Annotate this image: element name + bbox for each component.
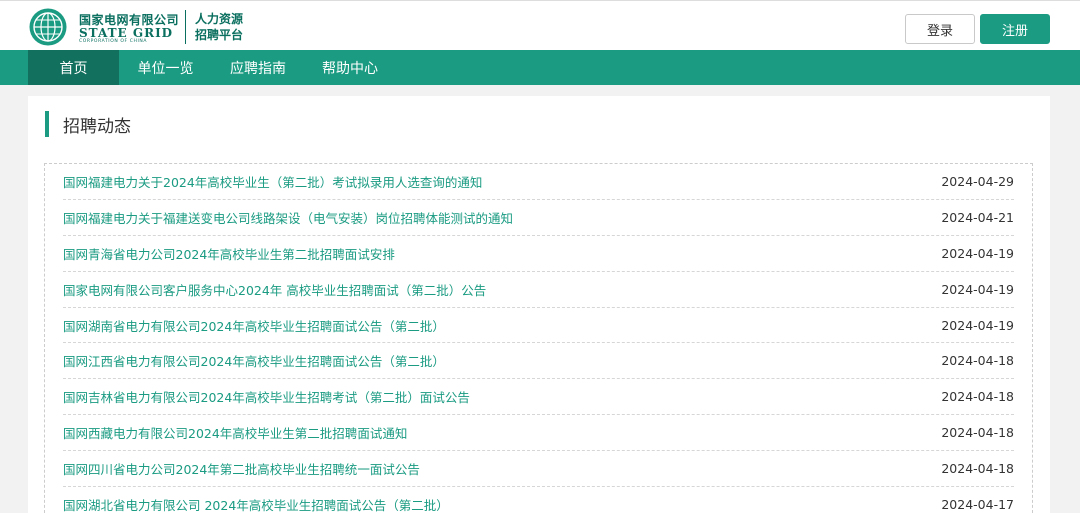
news-title-link[interactable]: 国网湖北省电力有限公司 2024年高校毕业生招聘面试公告（第二批） (63, 495, 449, 513)
news-title-link[interactable]: 国网四川省电力公司2024年第二批高校毕业生招聘统一面试公告 (63, 459, 420, 478)
logo-english-name: STATE GRID (79, 26, 174, 40)
main-nav: 首页 单位一览 应聘指南 帮助中心 (0, 50, 1080, 85)
news-title-link[interactable]: 国网福建电力关于2024年高校毕业生（第二批）考试拟录用人选查询的通知 (63, 172, 482, 191)
news-date: 2024-04-19 (941, 317, 1014, 333)
nav-item-home[interactable]: 首页 (28, 50, 119, 85)
news-date: 2024-04-18 (941, 461, 1014, 477)
news-title-link[interactable]: 国网福建电力关于福建送变电公司线路架设（电气安装）岗位招聘体能测试的通知 (63, 208, 513, 227)
section-accent-bar (45, 111, 49, 137)
nav-item-help[interactable]: 帮助中心 (304, 50, 396, 85)
news-title-link[interactable]: 国家电网有限公司客户服务中心2024年 高校毕业生招聘面试（第二批）公告 (63, 280, 486, 299)
news-date: 2024-04-18 (941, 353, 1014, 369)
news-row: 国网四川省电力公司2024年第二批高校毕业生招聘统一面试公告 2024-04-1… (63, 451, 1014, 488)
news-row: 国网吉林省电力有限公司2024年高校毕业生招聘考试（第二批）面试公告 2024-… (63, 379, 1014, 416)
news-date: 2024-04-21 (941, 209, 1014, 225)
news-row: 国网湖南省电力有限公司2024年高校毕业生招聘面试公告（第二批） 2024-04… (63, 308, 1014, 344)
login-button[interactable]: 登录 (905, 14, 975, 44)
recruitment-news-panel: 招聘动态 国网福建电力关于2024年高校毕业生（第二批）考试拟录用人选查询的通知… (28, 96, 1050, 513)
platform-name-line1: 人力资源 (195, 12, 244, 26)
news-row: 国网福建电力关于福建送变电公司线路架设（电气安装）岗位招聘体能测试的通知 202… (63, 200, 1014, 236)
news-date: 2024-04-17 (941, 496, 1014, 512)
news-title-link[interactable]: 国网吉林省电力有限公司2024年高校毕业生招聘考试（第二批）面试公告 (63, 387, 470, 406)
register-button[interactable]: 注册 (980, 14, 1050, 44)
nav-item-guide[interactable]: 应聘指南 (212, 50, 304, 85)
section-title: 招聘动态 (63, 116, 131, 137)
section-header: 招聘动态 (45, 111, 131, 137)
news-list: 国网福建电力关于2024年高校毕业生（第二批）考试拟录用人选查询的通知 2024… (44, 163, 1033, 513)
news-row: 国网西藏电力有限公司2024年高校毕业生第二批招聘面试通知 2024-04-18 (63, 415, 1014, 452)
state-grid-emblem-icon (29, 8, 67, 46)
platform-name: 人力资源 招聘平台 (195, 11, 243, 43)
news-title-link[interactable]: 国网西藏电力有限公司2024年高校毕业生第二批招聘面试通知 (63, 423, 407, 442)
news-title-link[interactable]: 国网湖南省电力有限公司2024年高校毕业生招聘面试公告（第二批） (63, 316, 445, 335)
nav-item-units[interactable]: 单位一览 (119, 50, 212, 85)
news-row: 国网青海省电力公司2024年高校毕业生第二批招聘面试安排 2024-04-19 (63, 236, 1014, 272)
news-date: 2024-04-18 (941, 389, 1014, 405)
news-date: 2024-04-19 (941, 245, 1014, 261)
news-row: 国家电网有限公司客户服务中心2024年 高校毕业生招聘面试（第二批）公告 202… (63, 272, 1014, 308)
news-row: 国网福建电力关于2024年高校毕业生（第二批）考试拟录用人选查询的通知 2024… (63, 164, 1014, 200)
logo-english-subtitle: CORPORATION OF CHINA (79, 39, 148, 44)
news-date: 2024-04-19 (941, 281, 1014, 297)
state-grid-logo[interactable]: 国家电网有限公司 STATE GRID CORPORATION OF CHINA… (28, 7, 248, 47)
news-title-link[interactable]: 国网青海省电力公司2024年高校毕业生第二批招聘面试安排 (63, 244, 395, 263)
news-row: 国网江西省电力有限公司2024年高校毕业生招聘面试公告（第二批） 2024-04… (63, 343, 1014, 380)
platform-name-line2: 招聘平台 (195, 28, 244, 42)
top-header: 国家电网有限公司 STATE GRID CORPORATION OF CHINA… (0, 0, 1080, 50)
news-row: 国网湖北省电力有限公司 2024年高校毕业生招聘面试公告（第二批） 2024-0… (63, 487, 1014, 513)
news-title-link[interactable]: 国网江西省电力有限公司2024年高校毕业生招聘面试公告（第二批） (63, 351, 445, 370)
logo-divider (185, 10, 186, 44)
news-date: 2024-04-29 (941, 173, 1014, 189)
news-date: 2024-04-18 (941, 425, 1014, 441)
